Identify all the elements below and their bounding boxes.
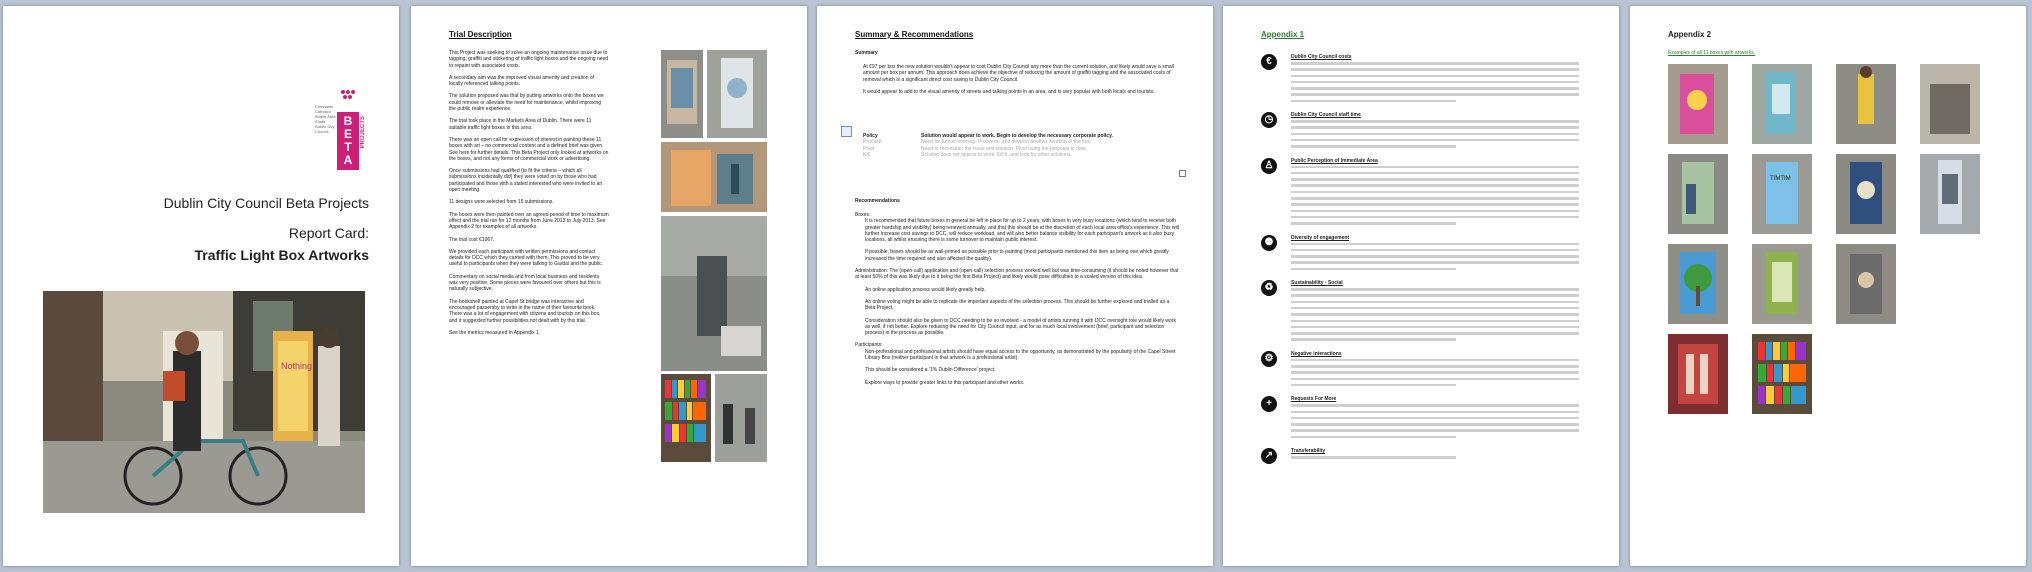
admin-bullet: An online application process would like… xyxy=(865,286,986,293)
paragraph: This Project was seeking to solve an ong… xyxy=(449,50,609,69)
appendix-section-heading: Diversity of engagement xyxy=(1291,234,1350,241)
cover-title-line1: Dublin City Council Beta Projects xyxy=(163,195,369,211)
participants-bullet: Non-professional and professional artist… xyxy=(865,348,1176,362)
cover-title-line3: Traffic Light Box Artworks xyxy=(194,247,369,263)
appendix-section-heading: Requests For More xyxy=(1291,396,1337,403)
appendix-section-body xyxy=(1291,62,1591,106)
paragraph: The boxes were then painted over an agre… xyxy=(449,211,609,231)
paragraph: A secondary aim was the improved visual … xyxy=(449,74,595,88)
boxes-bullet: It is recommended that future boxes in g… xyxy=(865,218,1179,244)
admin-bullet: Consideration should also be given to DC… xyxy=(865,317,1176,337)
artwork-thumb xyxy=(1752,244,1812,324)
participants-bullet: Explore ways to provide greater links to… xyxy=(865,379,1025,386)
artwork-thumb xyxy=(1752,334,1812,414)
artwork-thumb xyxy=(1668,244,1728,324)
appendix-section-heading: Dublin City Council staff time xyxy=(1291,112,1361,119)
plus-icon: + xyxy=(1261,396,1277,413)
paragraph: 11 designs were selected from 15 submiss… xyxy=(449,199,554,206)
artwork-thumb xyxy=(1668,64,1728,144)
logo-dots xyxy=(341,90,355,104)
photo-box-2 xyxy=(707,50,767,138)
summary-heading: Summary xyxy=(855,50,878,56)
artwork-thumb xyxy=(1920,64,1980,144)
photo-box-1 xyxy=(661,50,703,138)
paragraph: The trial took place in the Markets Area… xyxy=(449,118,592,131)
option-key: Kill xyxy=(863,151,870,158)
appendix-section-heading: Sustainability - Social xyxy=(1291,280,1343,287)
appendix-section-body xyxy=(1291,242,1591,274)
artwork-thumb xyxy=(1836,154,1896,234)
cover-page[interactable]: Comhairle Cathrach Bhaile Átha Cliath Du… xyxy=(3,6,399,566)
option-value: Solution does not appear to work. Kill i… xyxy=(921,151,1072,158)
appendix-section-heading: Transferability xyxy=(1291,448,1326,455)
appendix-section-heading: Dublin City Council costs xyxy=(1291,54,1352,60)
artwork-thumb xyxy=(1668,154,1728,234)
recycle-icon: ♻ xyxy=(1261,280,1277,297)
beta-projects-logo: Comhairle Cathrach Bhaile Átha Cliath Du… xyxy=(315,82,373,172)
admin-text: Administration: The (open-call) applicat… xyxy=(855,268,1179,281)
admin-bullet: An online voting might be able to replic… xyxy=(865,298,1170,312)
trial-description-text: This Project was seeking to solve an ong… xyxy=(449,50,609,342)
svg-text:Nothing: Nothing xyxy=(281,361,312,371)
logo-org-name: Comhairle Cathrach Bhaile Átha Cliath Du… xyxy=(315,104,336,134)
page-title: Appendix 1 xyxy=(1261,30,1305,39)
participants-bullet: This should be considered a '1% Dublin D… xyxy=(865,367,996,374)
appendix-section-body xyxy=(1291,456,1591,462)
paragraph: The bookshelf painted at Capel St bridge… xyxy=(449,298,601,324)
artwork-thumb xyxy=(1668,334,1728,414)
paragraph: There was an open call for expression of… xyxy=(449,136,609,162)
artwork-thumb xyxy=(1836,244,1896,324)
appendix-2-page[interactable]: Appendix 2 Examples of all 11 boxes with… xyxy=(1630,6,2026,566)
artwork-thumb xyxy=(1752,64,1812,144)
summary-bullet: At €97 per box the new solution wouldn't… xyxy=(863,64,1174,83)
artwork-thumb xyxy=(1836,64,1896,144)
paragraph: Once submissions had qualified (to fit t… xyxy=(449,168,603,194)
trial-description-page[interactable]: Trial Description This Project was seeki… xyxy=(411,6,807,566)
appendix-section-body xyxy=(1291,288,1591,345)
photo-street xyxy=(661,216,767,371)
appendix-section-body xyxy=(1291,404,1591,442)
paragraph: See the metrics measured in Appendix 1. xyxy=(449,329,541,336)
people-icon: ⚉ xyxy=(1261,234,1277,251)
boxes-bullet: If possible, boxes should be as wall-pri… xyxy=(865,249,1169,262)
photo-bookshelf-box xyxy=(661,374,711,462)
appendix-section-body xyxy=(1291,165,1591,229)
paragraph: Commentary on social media and from loca… xyxy=(449,273,601,293)
artwork-thumb: TIMTIM xyxy=(1752,154,1812,234)
photo-painting xyxy=(661,142,767,212)
policy-table: Policy Solution would appear to work. Be… xyxy=(863,133,1183,158)
arrow-icon: ↗ xyxy=(1261,448,1277,465)
summary-page[interactable]: Summary & Recommendations Summary At €97… xyxy=(817,6,1213,566)
table-resize-handle[interactable] xyxy=(1179,170,1186,177)
summary-bullet: It would appear to add to the visual ame… xyxy=(863,88,1155,95)
gear-icon: ⚙ xyxy=(1261,350,1277,367)
svg-text:TIMTIM: TIMTIM xyxy=(1770,176,1791,182)
page-title: Summary & Recommendations xyxy=(855,30,974,39)
appendix-section-heading: Negative interactions xyxy=(1291,350,1342,357)
appendix-section-heading: Public Perception of Immediate Area xyxy=(1291,157,1378,164)
recommendations-text: Boxes: It is recommended that future box… xyxy=(855,212,1180,392)
logo-projects-text: PROJECTS xyxy=(360,116,366,149)
page-subtitle: Examples of all 11 boxes with artworks. xyxy=(1668,50,1756,56)
summary-text: At €97 per box the new solution wouldn't… xyxy=(863,64,1175,101)
paragraph: We provided each participant with writte… xyxy=(449,248,603,268)
page-title: Appendix 2 xyxy=(1668,30,1712,39)
artwork-thumb xyxy=(1920,154,1980,234)
clock-icon: ◷ xyxy=(1261,112,1277,129)
appendix-section-body xyxy=(1291,358,1591,390)
appendix-1-page[interactable]: Appendix 1 € Dublin City Council costs ◷ Du… xyxy=(1223,6,1619,566)
cover-photo: Nothing xyxy=(43,291,365,513)
logo-beta-text: BETA xyxy=(337,112,359,170)
cover-title-line2: Report Card: xyxy=(288,225,369,241)
cover-title: Dublin City Council Beta Projects Report… xyxy=(164,192,369,266)
paragraph: The solution proposed was that by puttin… xyxy=(449,93,604,113)
euro-icon: € xyxy=(1261,54,1277,70)
table-handle-icon[interactable] xyxy=(841,126,852,137)
appendix-section-body xyxy=(1291,120,1591,151)
recommendations-heading: Recommendations xyxy=(855,198,900,204)
paragraph: The trial cost €1067. xyxy=(449,236,495,243)
photo-pedestrians xyxy=(715,374,767,462)
person-icon: ♙ xyxy=(1261,157,1277,174)
page-title: Trial Description xyxy=(449,30,512,39)
